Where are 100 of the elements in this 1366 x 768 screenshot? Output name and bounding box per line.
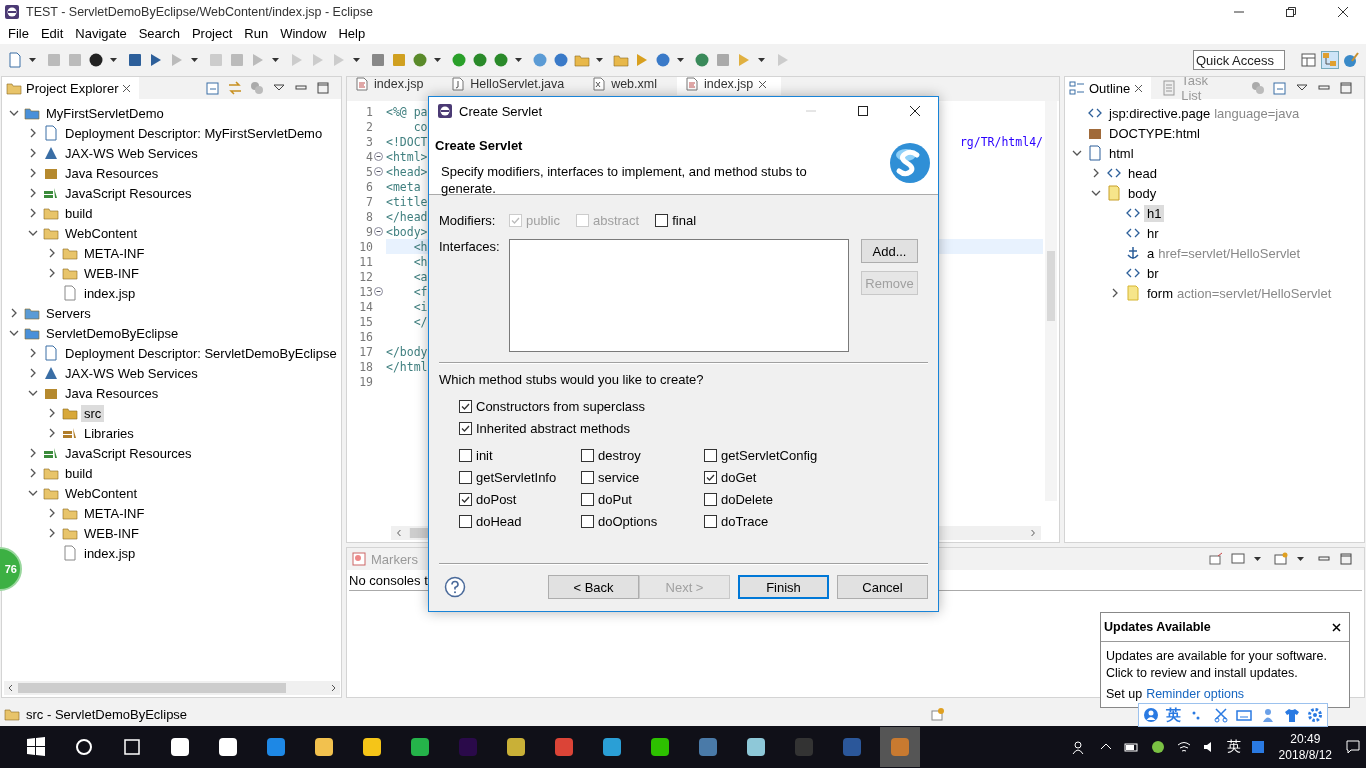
- dialog-button[interactable]: Cancel: [837, 575, 928, 599]
- updates-notification[interactable]: Updates Available Updates are available for your software. Click to review and install updates. Set up Reminder options: [1100, 612, 1350, 708]
- tree-item[interactable]: jsp:directive.page: [1106, 104, 1214, 122]
- tree-item[interactable]: DOCTYPE:html: [1106, 124, 1203, 142]
- menu-item[interactable]: Run: [239, 26, 276, 41]
- vertical-scrollbar[interactable]: [1045, 101, 1057, 501]
- chevron-icon[interactable]: [47, 268, 57, 278]
- dropdown-caret-icon[interactable]: [110, 58, 117, 62]
- close-icon[interactable]: [1332, 622, 1341, 632]
- scissors-icon[interactable]: [1212, 707, 1229, 723]
- tree-item[interactable]: Libraries: [81, 424, 137, 442]
- tree-item[interactable]: JAX-WS Web Services: [62, 364, 201, 382]
- chevron-icon[interactable]: [28, 188, 38, 198]
- chevron-icon[interactable]: [28, 228, 38, 238]
- view-tab[interactable]: Outline: [1065, 77, 1152, 99]
- chevron-icon[interactable]: [1072, 148, 1082, 158]
- dropdown-caret-icon[interactable]: [1254, 557, 1261, 561]
- tree-item[interactable]: WEB-INF: [81, 524, 142, 542]
- quick-access-field[interactable]: Quick Access: [1193, 50, 1285, 70]
- tree-item[interactable]: index.jsp: [81, 544, 139, 562]
- dropdown-caret-icon[interactable]: [434, 58, 441, 62]
- checkbox[interactable]: [459, 514, 472, 528]
- tree-item[interactable]: Java Resources: [62, 164, 162, 182]
- tree-item[interactable]: build: [62, 464, 96, 482]
- tree-item[interactable]: JAX-WS Web Services: [62, 144, 201, 162]
- tree-item[interactable]: h1: [1144, 204, 1165, 222]
- chevron-icon[interactable]: [9, 328, 19, 338]
- input-language[interactable]: 英: [1226, 738, 1241, 756]
- chevron-icon[interactable]: [28, 368, 38, 378]
- checkbox[interactable]: [704, 514, 717, 528]
- chevron-icon[interactable]: [28, 128, 38, 138]
- dropdown-caret-icon[interactable]: [596, 58, 603, 62]
- menu-item[interactable]: Help: [333, 26, 373, 41]
- dialog-button[interactable]: < Back: [548, 575, 639, 599]
- tree-item[interactable]: WEB-INF: [81, 264, 142, 282]
- checkbox[interactable]: [704, 448, 717, 462]
- maximize-icon[interactable]: [857, 105, 869, 117]
- globe-brush-icon[interactable]: [1343, 52, 1359, 68]
- chevron-icon[interactable]: [28, 148, 38, 158]
- chevron-icon[interactable]: [28, 348, 38, 358]
- tree-item[interactable]: src: [81, 404, 105, 422]
- chevron-icon[interactable]: [9, 108, 19, 118]
- tree-item[interactable]: Java Resources: [62, 384, 162, 402]
- dropdown-caret-icon[interactable]: [515, 58, 522, 62]
- tree-item[interactable]: JavaScript Resources: [62, 444, 195, 462]
- tree-item[interactable]: index.jsp: [81, 284, 139, 302]
- tree-item[interactable]: META-INF: [81, 244, 148, 262]
- chevron-icon[interactable]: [28, 468, 38, 478]
- tree-item[interactable]: br: [1144, 264, 1162, 282]
- chevron-icon[interactable]: [1091, 168, 1101, 178]
- menu-item[interactable]: Navigate: [70, 26, 134, 41]
- chevron-icon[interactable]: [28, 388, 38, 398]
- editor-tab[interactable]: HelloServlet.java: [443, 77, 579, 95]
- tree-item[interactable]: a: [1144, 244, 1158, 262]
- tree-item[interactable]: head: [1125, 164, 1160, 182]
- dropdown-caret-icon[interactable]: [272, 58, 279, 62]
- chevron-icon[interactable]: [47, 508, 57, 518]
- shirt-icon[interactable]: [1283, 707, 1300, 723]
- checkbox[interactable]: [581, 448, 594, 462]
- tree-item[interactable]: WebContent: [62, 224, 141, 242]
- chevron-icon[interactable]: [28, 448, 38, 458]
- reminder-options-link[interactable]: Reminder options: [1146, 687, 1245, 701]
- checkbox[interactable]: [704, 470, 717, 484]
- tree-item[interactable]: WebContent: [62, 484, 141, 502]
- chevron-icon[interactable]: [1091, 188, 1101, 198]
- new-icon[interactable]: [7, 52, 23, 68]
- menu-item[interactable]: Project: [186, 26, 240, 41]
- tree-item[interactable]: body: [1125, 184, 1160, 202]
- tree-item[interactable]: form: [1144, 284, 1176, 302]
- chevron-icon[interactable]: [1110, 288, 1120, 298]
- ime-mode[interactable]: 英: [1166, 705, 1182, 725]
- tree-item[interactable]: Deployment Descriptor: ServletDemoByEclipse: [62, 344, 340, 362]
- chevron-icon[interactable]: [28, 168, 38, 178]
- windows-icon[interactable]: [24, 735, 48, 759]
- fold-icon[interactable]: [374, 167, 383, 176]
- tree-item[interactable]: Deployment Descriptor: MyFirstServletDemo: [62, 124, 326, 142]
- restore-icon[interactable]: [1285, 5, 1297, 18]
- network-icon[interactable]: [1175, 739, 1192, 755]
- editor-tab[interactable]: web.xml: [584, 77, 671, 95]
- checkbox[interactable]: [459, 470, 472, 484]
- close-icon[interactable]: [1134, 83, 1144, 93]
- close-icon[interactable]: [1337, 5, 1349, 18]
- checkbox[interactable]: [459, 448, 472, 462]
- editor-tab[interactable]: index.jsp: [677, 77, 782, 95]
- checkbox[interactable]: [581, 470, 594, 484]
- dropdown-caret-icon[interactable]: [758, 58, 765, 62]
- horizontal-scrollbar[interactable]: [4, 681, 340, 695]
- user-icon[interactable]: [1142, 707, 1159, 723]
- tree-item[interactable]: JavaScript Resources: [62, 184, 195, 202]
- keyboard-icon[interactable]: [1236, 707, 1253, 723]
- dropdown-caret-icon[interactable]: [677, 58, 684, 62]
- clock-time[interactable]: 20:49: [1290, 731, 1321, 747]
- close-icon[interactable]: [909, 105, 921, 117]
- tree-item[interactable]: hr: [1144, 224, 1162, 242]
- fold-icon[interactable]: [374, 152, 383, 161]
- chevron-icon[interactable]: [47, 428, 57, 438]
- checkbox[interactable]: [459, 421, 472, 435]
- tree-item[interactable]: META-INF: [81, 504, 148, 522]
- tree-item[interactable]: Servers: [43, 304, 94, 322]
- checkbox[interactable]: [581, 514, 594, 528]
